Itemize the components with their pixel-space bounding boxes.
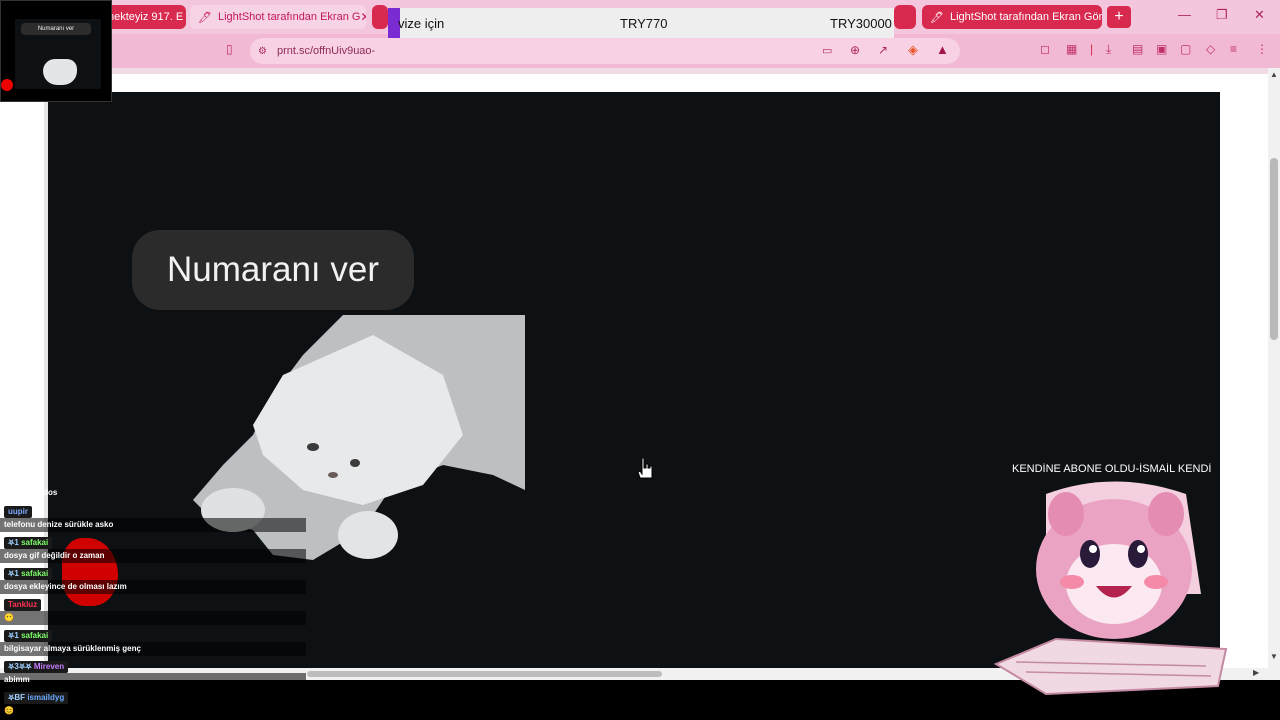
chat-message: 😶 [0,611,306,625]
tab-3[interactable] [372,5,388,29]
lightshot-icon: 🖊 [930,11,944,24]
ticker-price-1: TRY770 [620,16,668,31]
tab-4[interactable] [894,5,916,29]
extension-icon[interactable]: ▦ [1066,42,1077,56]
chat-message: abimm [0,673,306,687]
chat-badges: ⛧3⛧⛧ [8,662,32,671]
tab-5-label: LightShot tarafından Ekran Görü [949,11,1102,23]
chat-user-name: Tankluz [8,600,38,609]
chat-user-name: uupir [8,507,28,516]
browser-toolbar: ▯ ⚙ prnt.sc/offnUiv9uao- ▭ ⊕ ↗ ◈ ▲ ◻ ▦ |… [0,34,1280,68]
zoom-icon[interactable]: ⊕ [850,43,860,57]
restore-icon[interactable]: ❐ [1216,7,1228,23]
chat-username: ⛧1 safakai [4,568,53,580]
chat-badges: ⛧BF [8,693,26,702]
scroll-right-icon[interactable]: ▶ [1253,668,1259,677]
tab-1[interactable]: nekteyiz 917. E [100,5,186,29]
extension-icon[interactable]: ◻ [1040,42,1050,56]
close-icon[interactable]: ✕ [360,10,366,24]
mini-label: Numaranı ver [21,23,91,35]
vpn-icon[interactable]: ◇ [1206,42,1215,56]
chat-user-name: safakai [21,538,49,547]
chat-message: telefonu denize sürükle asko [0,518,306,532]
download-icon[interactable]: ⤓ [1106,42,1111,57]
chat-top-line: fkeegskdkdos [4,488,58,497]
chat-username: uupir [4,506,32,518]
donation-ticker: vize için TRY770 TRY30000 [388,8,894,38]
divider: | [1090,42,1094,56]
chat-username: Tankluz [4,599,42,611]
scroll-thumb[interactable] [1270,158,1278,340]
extension-icon[interactable]: ▤ [1132,42,1143,56]
wallet-icon[interactable]: ▢ [1180,42,1191,56]
ticker-text: vize için [398,16,445,31]
vertical-scrollbar[interactable]: ▲ ▼ [1268,68,1280,680]
chat-username: ⛧1 safakai [4,630,53,642]
more-icon[interactable]: ⋮ [1256,42,1268,56]
mascot-icon [993,481,1228,696]
hand-cursor-icon [637,458,653,479]
tab-2-label: LightShot tarafından Ekran G [217,11,361,23]
chat-user-name: Mireven [33,662,65,671]
screen: nekteyiz 917. E 🖊 LightShot tarafından E… [0,0,1280,720]
chat-message: dosya ekleyince de olması lazım [0,580,306,594]
lightshot-icon: 🖊 [198,11,212,24]
chat-badges: ⛧1 [8,631,19,640]
chat-badges: ⛧1 [8,538,19,547]
chat-user-name: safakai [21,631,49,640]
address-bar[interactable]: ⚙ prnt.sc/offnUiv9uao- ▭ ⊕ ↗ ◈ ▲ [250,38,960,64]
chat-user-name: ismaildyg [27,693,65,702]
window-close-icon[interactable]: ✕ [1254,7,1265,23]
site-info-icon[interactable]: ⚙ [258,46,267,57]
ticker-price-2: TRY30000 [830,16,892,31]
chat-badges: ⛧1 [8,569,19,578]
scroll-down-icon[interactable]: ▼ [1270,652,1278,661]
bat-triangle-icon[interactable]: ▲ [936,42,949,57]
scroll-up-icon[interactable]: ▲ [1270,70,1278,79]
hscroll-thumb[interactable] [307,671,662,677]
sidebar-icon[interactable]: ▣ [1156,42,1167,56]
menu-icon[interactable]: ≡ [1230,42,1237,56]
minimize-icon[interactable]: — [1178,7,1191,22]
mini-cat [43,59,77,85]
url-text: prnt.sc/offnUiv9uao- [276,45,376,57]
chat-overlay: fkeegskdkdos uupir telefonu denize sürük… [0,488,310,720]
chat-username: ⛧1 safakai [4,537,53,549]
new-tab-button[interactable]: + [1107,6,1131,28]
tab-2[interactable]: 🖊 LightShot tarafından Ekran G ✕ [190,5,366,29]
chat-message: 😊 [0,704,306,718]
cast-icon[interactable]: ▭ [822,44,832,57]
webcam-preview: Numaranı ver [0,0,112,102]
chat-username: ⛧BF ismaildyg [4,692,69,704]
chat-user-name: safakai [21,569,49,578]
chat-message: dosya gif değildir o zaman [0,549,306,563]
speech-bubble: Numaranı ver [132,230,414,310]
share-icon[interactable]: ↗ [878,43,888,57]
recording-dot [1,79,13,91]
chat-username: ⛧3⛧⛧ Mireven [4,661,69,673]
brave-icon[interactable]: ◈ [908,42,918,58]
tab-5[interactable]: 🖊 LightShot tarafından Ekran Görü [922,5,1102,29]
bookmark-icon[interactable]: ▯ [226,42,233,56]
tab-1-label: nekteyiz 917. E [108,11,184,23]
chat-message: bilgisayar almaya sürüklenmiş genç [0,642,306,656]
